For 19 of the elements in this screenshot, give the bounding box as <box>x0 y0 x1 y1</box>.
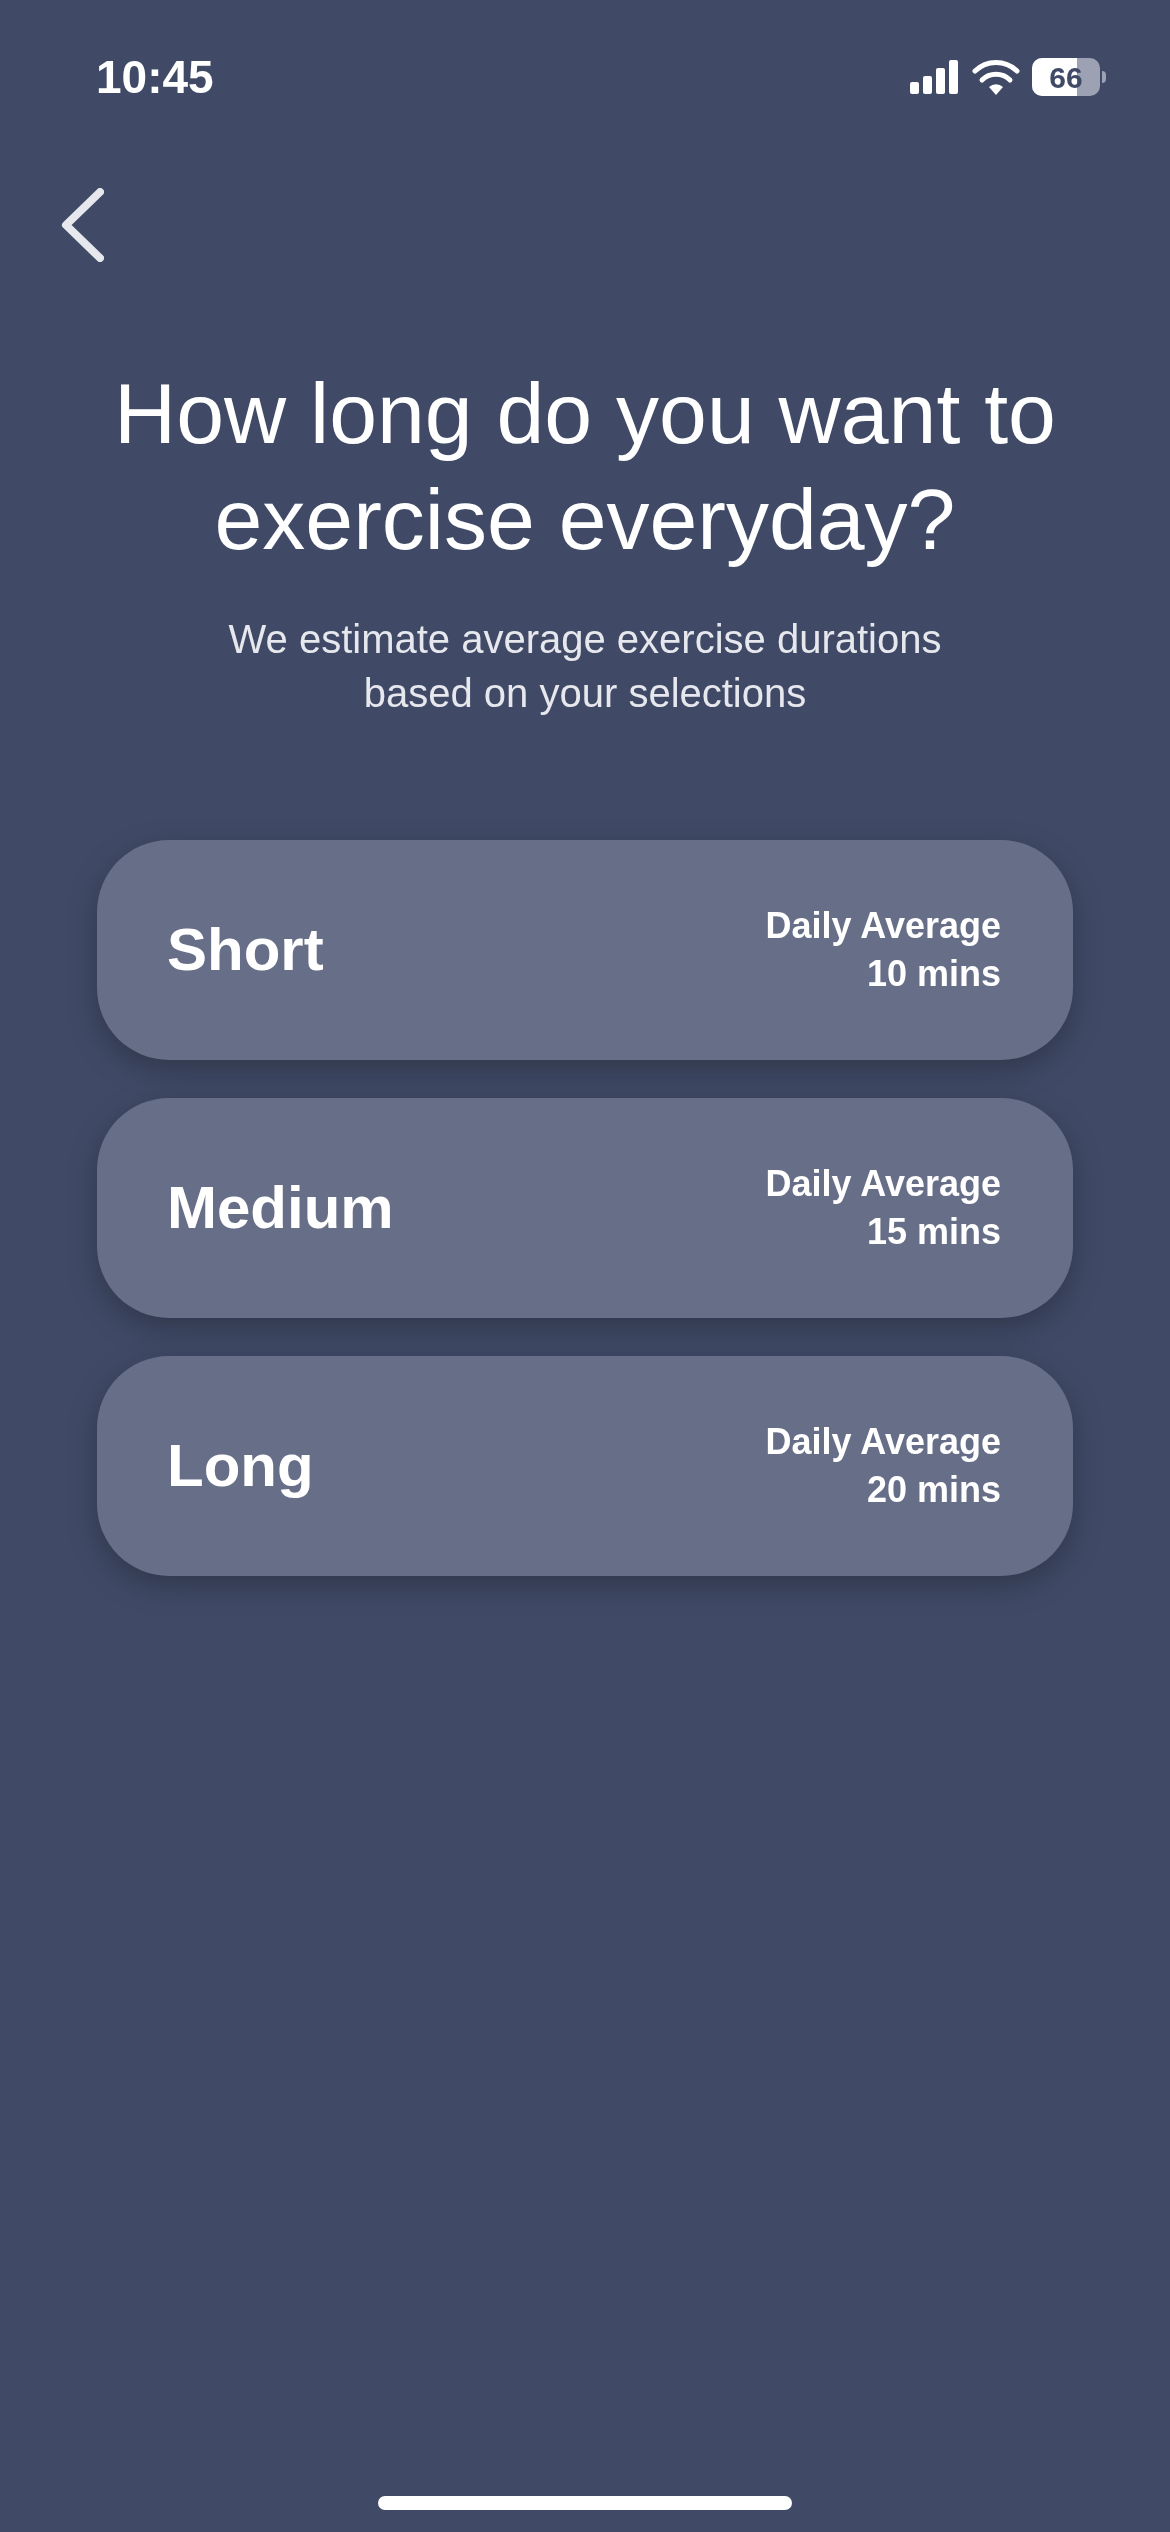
page-title: How long do you want to exercise everyday? <box>113 364 1057 569</box>
option-duration: 20 mins <box>866 1468 1001 1512</box>
option-caption: Daily Average <box>765 1420 1001 1464</box>
option-duration: 15 mins <box>866 1210 1001 1254</box>
signal-icon <box>910 60 960 94</box>
duration-option[interactable]: Medium Daily Average 15 mins <box>97 1098 1073 1318</box>
option-duration: 10 mins <box>866 952 1001 996</box>
duration-option[interactable]: Short Daily Average 10 mins <box>97 840 1073 1060</box>
option-caption: Daily Average <box>765 904 1001 948</box>
option-caption: Daily Average <box>765 1162 1001 1206</box>
option-label: Long <box>167 1431 314 1501</box>
back-icon <box>60 188 104 262</box>
status-time: 10:45 <box>96 49 214 105</box>
option-label: Medium <box>167 1173 394 1243</box>
duration-option[interactable]: Long Daily Average 20 mins <box>97 1356 1073 1576</box>
page-subtitle: We estimate average exercise durations based on your selections <box>227 616 943 717</box>
battery-percentage: 66 <box>1049 59 1083 96</box>
wifi-icon <box>972 59 1020 95</box>
option-label: Short <box>167 915 324 985</box>
